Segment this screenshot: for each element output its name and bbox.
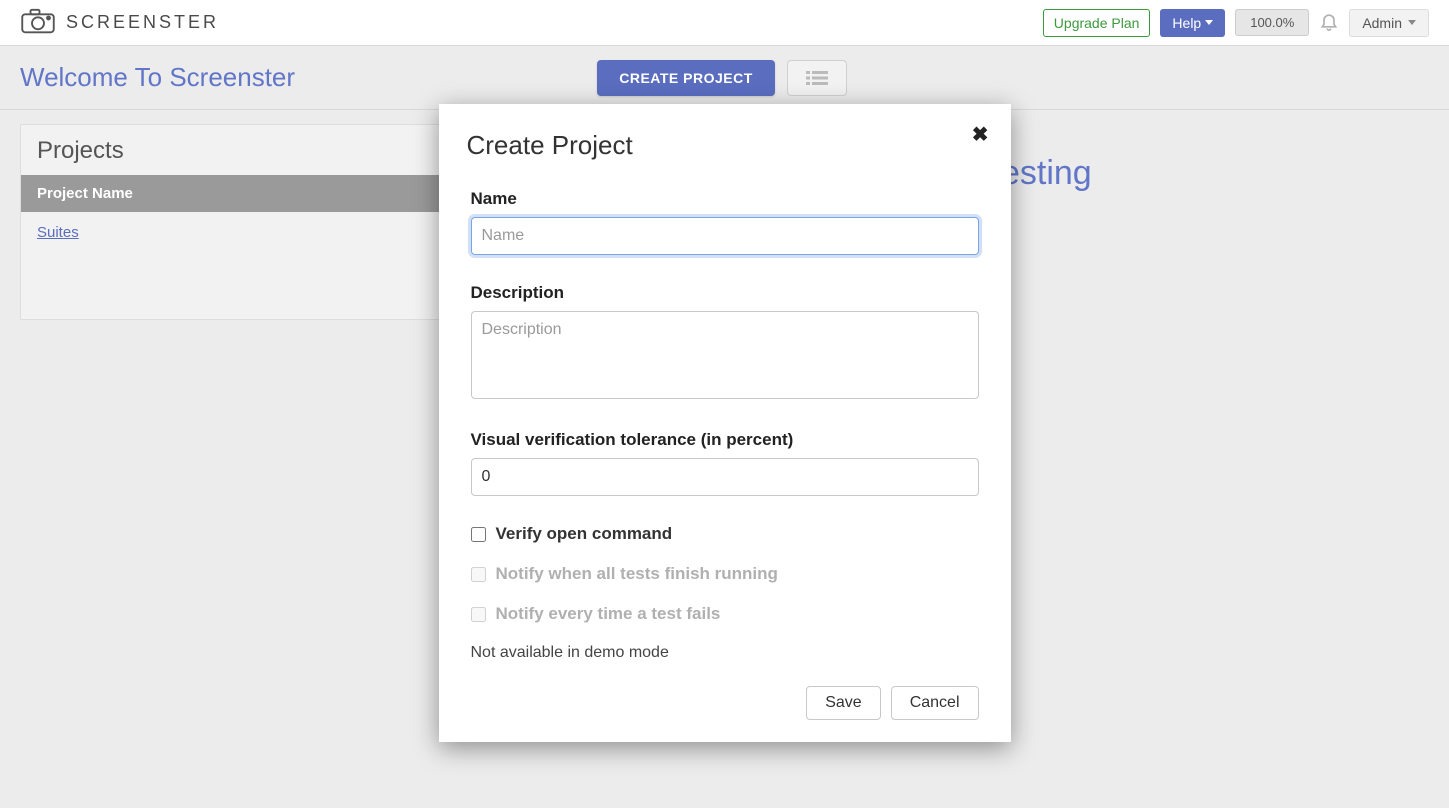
help-label: Help: [1172, 15, 1201, 31]
verify-open-row: Verify open command: [471, 524, 979, 544]
modal-title: Create Project: [467, 130, 983, 161]
list-view-button[interactable]: [787, 60, 847, 96]
camera-icon: [20, 7, 56, 38]
notify-fail-row: Notify every time a test fails: [471, 604, 979, 624]
topbar: SCREENSTER Upgrade Plan Help 100.0% Admi…: [0, 0, 1449, 46]
caret-down-icon: [1205, 20, 1213, 25]
usage-percent: 100.0%: [1235, 9, 1309, 36]
notify-finish-checkbox: [471, 567, 486, 582]
create-project-button[interactable]: CREATE PROJECT: [597, 60, 775, 96]
caret-down-icon: [1408, 20, 1416, 25]
close-icon[interactable]: ✖: [972, 122, 989, 147]
brand-text: SCREENSTER: [66, 12, 219, 33]
subheader: Welcome To Screenster CREATE PROJECT: [0, 46, 1449, 110]
list-icon: [806, 70, 828, 86]
notify-fail-label: Notify every time a test fails: [496, 604, 721, 624]
tolerance-label: Visual verification tolerance (in percen…: [471, 430, 979, 450]
brand: SCREENSTER: [20, 7, 219, 38]
upgrade-plan-button[interactable]: Upgrade Plan: [1043, 9, 1151, 37]
notify-finish-label: Notify when all tests finish running: [496, 564, 778, 584]
verify-open-checkbox[interactable]: [471, 527, 486, 542]
demo-note: Not available in demo mode: [471, 644, 979, 662]
col-project-name: Project Name: [21, 175, 441, 212]
tolerance-input[interactable]: [471, 458, 979, 496]
bell-icon[interactable]: [1319, 11, 1339, 34]
description-input[interactable]: [471, 311, 979, 399]
notify-finish-row: Notify when all tests finish running: [471, 564, 979, 584]
notify-fail-checkbox: [471, 607, 486, 622]
project-link[interactable]: Suites: [37, 224, 79, 241]
save-button[interactable]: Save: [806, 686, 880, 720]
name-label: Name: [471, 189, 979, 209]
verify-open-label: Verify open command: [496, 524, 673, 544]
create-project-modal: ✖ Create Project Name Description Visual…: [439, 104, 1011, 742]
welcome-title: Welcome To Screenster: [20, 62, 295, 93]
cancel-button[interactable]: Cancel: [891, 686, 979, 720]
description-label: Description: [471, 283, 979, 303]
admin-label: Admin: [1362, 15, 1402, 31]
help-button[interactable]: Help: [1160, 9, 1225, 37]
admin-menu-button[interactable]: Admin: [1349, 9, 1429, 37]
name-input[interactable]: [471, 217, 979, 255]
